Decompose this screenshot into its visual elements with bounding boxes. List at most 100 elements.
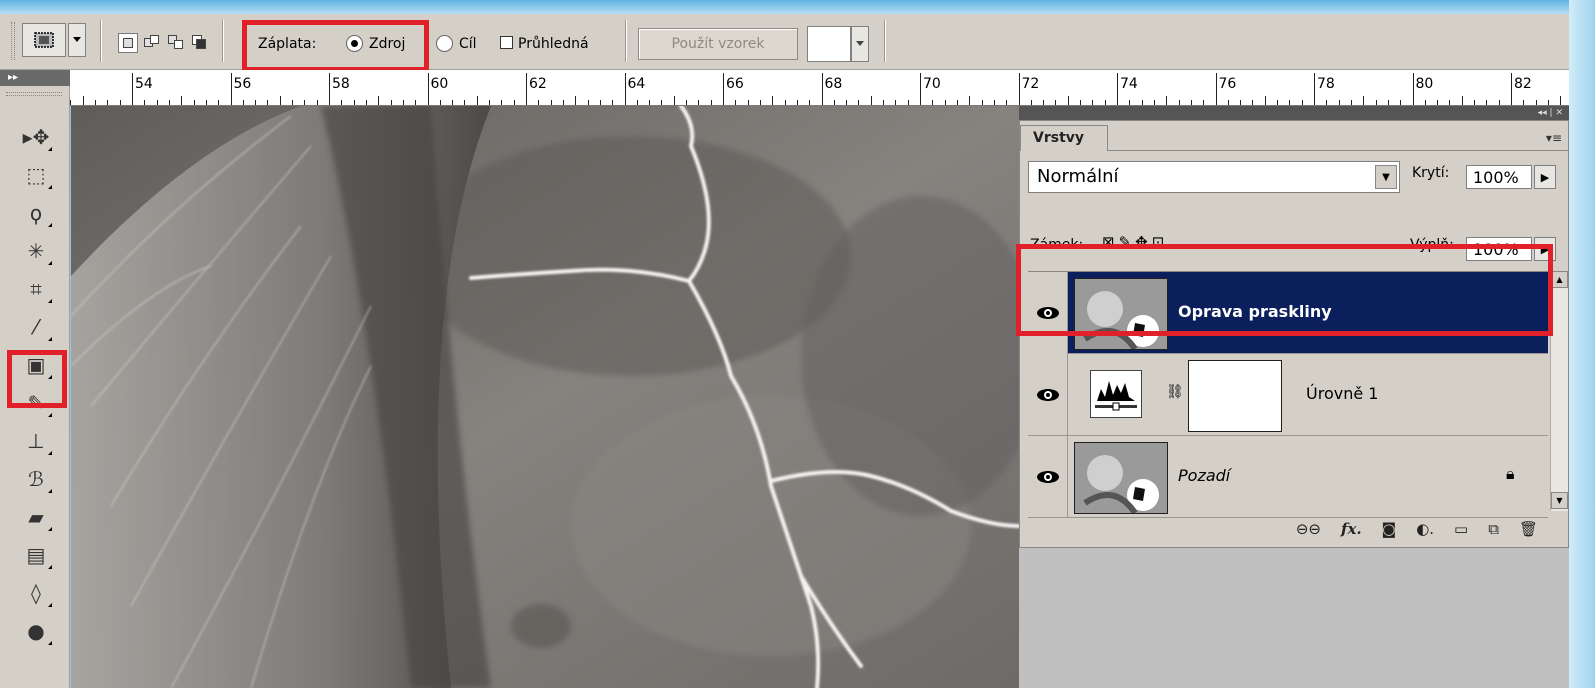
ruler-tick bbox=[599, 100, 601, 105]
ruler-tick bbox=[513, 100, 515, 105]
trash-icon[interactable]: 🗑︎ bbox=[1519, 520, 1538, 538]
ruler-major-tick bbox=[329, 73, 330, 105]
patch-tool-icon bbox=[34, 32, 54, 48]
ruler-tick bbox=[1092, 100, 1094, 105]
options-bar-grip[interactable] bbox=[11, 22, 15, 60]
horizontal-ruler[interactable]: 54 56 58 60 62 64 66 68 70 72 74 76 78 80 82 bbox=[70, 70, 1569, 106]
fx-icon[interactable]: fx. bbox=[1341, 520, 1362, 538]
ruler-tick bbox=[1227, 100, 1229, 105]
separator bbox=[222, 20, 224, 62]
ruler-tick bbox=[1486, 100, 1488, 105]
marquee-icon[interactable]: ⬚ bbox=[16, 158, 56, 192]
ruler-tick bbox=[1178, 100, 1180, 105]
subtract-selection-mode-button[interactable] bbox=[166, 33, 186, 53]
ruler-tick bbox=[993, 100, 995, 105]
link-layers-icon[interactable]: ⊖⊖ bbox=[1296, 520, 1321, 538]
ruler-major-tick bbox=[723, 73, 724, 105]
crop-icon[interactable]: ⌗ bbox=[16, 272, 56, 306]
ruler-label: 68 bbox=[824, 76, 843, 92]
ruler-tick bbox=[218, 100, 220, 105]
ruler-major-tick bbox=[624, 73, 626, 105]
ruler-tick bbox=[501, 100, 503, 105]
blend-mode-select[interactable]: Normální ▼ bbox=[1028, 161, 1400, 193]
transparent-checkbox[interactable] bbox=[500, 36, 513, 49]
layer-visibility-toggle[interactable] bbox=[1028, 354, 1068, 436]
ruler-label: 70 bbox=[923, 76, 941, 92]
link-chain-icon[interactable]: ⛓ bbox=[1166, 384, 1184, 400]
magic-wand-icon[interactable]: ✳ bbox=[16, 234, 56, 268]
ruler-tick bbox=[1535, 100, 1537, 105]
ruler-tick bbox=[710, 100, 712, 105]
tab-divider bbox=[1108, 150, 1568, 151]
separator bbox=[884, 20, 886, 62]
layers-panel-footer: ⊖⊖ fx. ◙ ◐. ▭ ⧉ 🗑︎ bbox=[1028, 515, 1558, 543]
add-mask-icon[interactable]: ◙ bbox=[1382, 520, 1397, 538]
ruler-major-tick bbox=[1117, 73, 1118, 105]
new-adjustment-icon[interactable]: ◐. bbox=[1416, 520, 1434, 538]
lasso-icon[interactable]: ϙ bbox=[16, 196, 56, 230]
ruler-label: 60 bbox=[430, 76, 449, 92]
layer-row-pozadi[interactable]: Pozadí 🔒︎ bbox=[1028, 436, 1548, 518]
panel-dock-header[interactable]: ◂◂ | ✕ bbox=[1019, 106, 1569, 120]
panel-menu-icon[interactable]: ▾≡ bbox=[1546, 131, 1562, 145]
ruler-tick bbox=[1190, 100, 1192, 105]
ruler-tick bbox=[255, 100, 257, 105]
add-selection-mode-button[interactable] bbox=[142, 33, 162, 53]
move-icon[interactable]: ▸✥ bbox=[16, 120, 56, 154]
new-layer-icon[interactable]: ⧉ bbox=[1488, 520, 1499, 538]
new-selection-mode-button[interactable] bbox=[118, 33, 138, 53]
ruler-tick bbox=[1043, 100, 1045, 105]
ruler-tick bbox=[95, 100, 97, 105]
image-canvas[interactable] bbox=[71, 106, 1019, 688]
ruler-tick bbox=[809, 100, 811, 105]
ruler-tick bbox=[1326, 100, 1328, 105]
ruler-tick bbox=[1560, 96, 1562, 105]
ruler-tick bbox=[193, 100, 195, 105]
ruler-tick bbox=[1375, 100, 1377, 105]
ruler-tick bbox=[907, 100, 909, 105]
ruler-tick bbox=[1277, 100, 1279, 105]
ruler-label: 80 bbox=[1415, 76, 1434, 92]
opacity-slider-button[interactable]: ▶ bbox=[1534, 165, 1556, 189]
eye-icon bbox=[1036, 389, 1059, 401]
use-pattern-button[interactable]: Použít vzorek bbox=[638, 28, 798, 60]
opacity-field[interactable]: 100% bbox=[1466, 165, 1532, 189]
intersect-selection-mode-button[interactable] bbox=[190, 33, 210, 53]
pattern-picker[interactable] bbox=[807, 26, 851, 62]
ruler-tick bbox=[562, 100, 564, 105]
ruler-label: 64 bbox=[627, 76, 646, 92]
tab-layers[interactable]: Vrstvy bbox=[1020, 125, 1108, 151]
eraser-icon[interactable]: ▰ bbox=[16, 500, 56, 534]
ruler-tick bbox=[156, 100, 158, 105]
ruler-tick bbox=[932, 100, 934, 105]
destination-radio[interactable] bbox=[436, 35, 453, 52]
tool-preset-picker[interactable] bbox=[22, 23, 66, 57]
ruler-tick bbox=[1203, 100, 1205, 105]
ruler-tick bbox=[784, 100, 786, 105]
scroll-up-icon[interactable]: ▲ bbox=[1551, 271, 1568, 288]
ruler-major-tick bbox=[132, 73, 133, 105]
ruler-tick bbox=[402, 100, 404, 105]
pattern-dropdown[interactable] bbox=[851, 26, 869, 62]
toolbox-collapse-icon[interactable]: ▸▸ bbox=[0, 70, 70, 86]
ruler-tick bbox=[1289, 100, 1291, 105]
dodge-icon[interactable]: ● bbox=[16, 614, 56, 648]
ruler-tick bbox=[378, 96, 380, 105]
blur-icon[interactable]: ◊ bbox=[16, 576, 56, 610]
toolbox-grip[interactable] bbox=[6, 92, 62, 96]
eyedropper-icon[interactable]: ⁄ bbox=[16, 310, 56, 344]
layer-visibility-toggle[interactable] bbox=[1028, 436, 1068, 518]
gradient-icon[interactable]: ▤ bbox=[16, 538, 56, 572]
ruler-tick bbox=[452, 100, 454, 105]
new-group-icon[interactable]: ▭ bbox=[1454, 520, 1468, 538]
blend-mode-value: Normální bbox=[1037, 166, 1119, 187]
layer-row-urovne-1[interactable]: ⛓ Úrovně 1 bbox=[1028, 354, 1548, 436]
clone-stamp-icon[interactable]: ⊥ bbox=[16, 424, 56, 458]
ruler-tick bbox=[661, 100, 663, 105]
tool-preset-dropdown[interactable] bbox=[68, 23, 86, 57]
scroll-down-icon[interactable]: ▼ bbox=[1551, 492, 1568, 509]
ruler-tick bbox=[587, 100, 589, 105]
ruler-tick bbox=[292, 100, 294, 105]
history-brush-icon[interactable]: ℬ bbox=[16, 462, 56, 496]
ruler-tick bbox=[698, 100, 700, 105]
